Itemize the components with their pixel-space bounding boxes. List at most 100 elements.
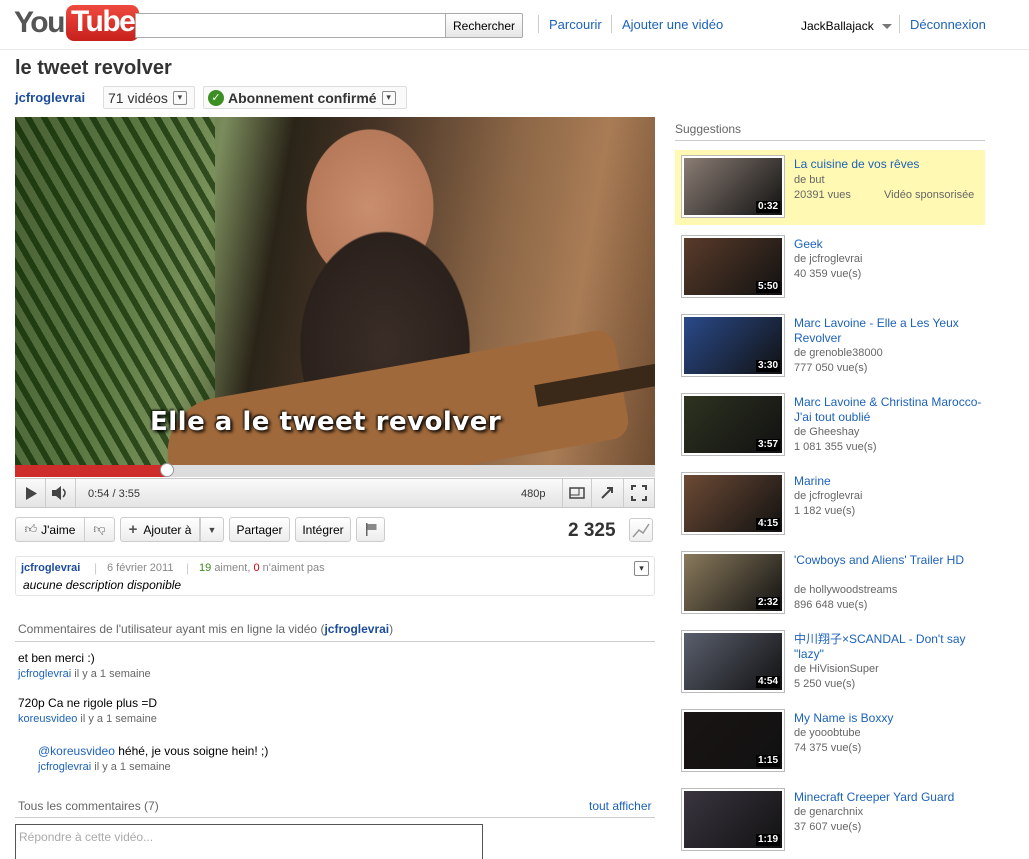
suggestions-heading: Suggestions (675, 122, 742, 136)
comment-meta: jcfroglevrai il y a 1 semaine (18, 668, 151, 680)
suggestion-views: 1 081 355 vue(s) (794, 441, 877, 453)
fullscreen-icon[interactable] (624, 479, 654, 507)
chevron-down-icon[interactable]: ▾ (172, 90, 187, 105)
suggestion-item[interactable]: 4:15 Marine de jcfroglevrai 1 182 vue(s) (675, 467, 985, 542)
divider: | (94, 561, 98, 575)
suggestion-item[interactable]: 1:19 Minecraft Creeper Yard Guard de gen… (675, 783, 985, 858)
suggestion-item[interactable]: 3:57 Marc Lavoine & Christina Marocco- J… (675, 388, 985, 463)
youtube-logo[interactable]: You Tube (14, 5, 140, 41)
uploader-link[interactable]: jcfroglevrai (21, 562, 80, 574)
suggestion-title[interactable]: Marine (794, 474, 982, 489)
suggestion-item[interactable]: 4:54 中川翔子×SCANDAL - Don't say "lazy" de … (675, 625, 985, 700)
add-to-button[interactable]: + Ajouter à (120, 517, 200, 542)
browse-link[interactable]: Parcourir (549, 17, 602, 32)
upload-link[interactable]: Ajouter une vidéo (622, 17, 723, 32)
reply-text: @koreusvideo héhé, je vous soigne hein! … (38, 744, 268, 758)
suggestion-views: 1 182 vue(s) (794, 505, 856, 517)
comment-time: il y a 1 semaine (94, 761, 171, 773)
flag-button[interactable] (356, 517, 385, 542)
dislike-button[interactable]: 👎︎ (85, 517, 115, 542)
video-thumbnail[interactable]: 3:57 (681, 393, 785, 456)
suggestion-title[interactable]: Marc Lavoine - Elle a Les Yeux Revolver (794, 316, 982, 346)
dislikes-label: n'aiment pas (262, 562, 325, 574)
progress-bar[interactable] (15, 463, 655, 477)
comment-author[interactable]: koreusvideo (18, 713, 77, 725)
video-count-dropdown[interactable]: 71 vidéos ▾ (103, 86, 195, 109)
comment-meta: jcfroglevrai il y a 1 semaine (38, 761, 171, 773)
suggestion-title[interactable]: Marc Lavoine & Christina Marocco- J'ai t… (794, 395, 982, 425)
suggestion-author: de yooobtube (794, 727, 861, 739)
comment-time: il y a 1 semaine (80, 713, 157, 725)
video-thumbnail[interactable]: 1:15 (681, 709, 785, 772)
divider (675, 140, 985, 141)
suggestion-author: de grenoble38000 (794, 347, 883, 359)
duration-badge: 5:50 (755, 281, 780, 293)
stats-icon[interactable] (629, 518, 653, 542)
play-icon[interactable] (16, 479, 46, 507)
suggestion-author: de jcfroglevrai (794, 253, 863, 265)
embed-button[interactable]: Intégrer (295, 517, 351, 542)
popout-icon[interactable] (562, 479, 592, 507)
suggestion-item[interactable]: 3:30 Marc Lavoine - Elle a Les Yeux Revo… (675, 309, 985, 384)
username-menu[interactable]: JackBallajack (801, 19, 874, 33)
video-thumbnail[interactable]: 0:32 (681, 155, 785, 218)
suggestion-title[interactable]: My Name is Boxxy (794, 711, 982, 726)
chevron-down-icon[interactable]: ▾ (381, 90, 396, 105)
divider (538, 15, 539, 33)
duration-badge: 2:32 (755, 597, 780, 609)
quality-selector[interactable]: 480p (521, 488, 545, 500)
suggestion-views: 5 250 vue(s) (794, 678, 856, 690)
scrubber-handle[interactable] (160, 463, 175, 477)
suggestion-item[interactable]: 0:32 La cuisine de vos rêves de but 2039… (675, 150, 985, 225)
comment-author[interactable]: jcfroglevrai (38, 761, 91, 773)
suggestion-title[interactable]: 'Cowboys and Aliens' Trailer HD (794, 553, 982, 568)
suggestion-title[interactable]: Minecraft Creeper Yard Guard (794, 790, 982, 805)
suggestion-author: de Gheeshay (794, 426, 860, 438)
video-thumbnail[interactable]: 1:19 (681, 788, 785, 851)
progress-fill (15, 465, 168, 477)
video-thumbnail[interactable]: 3:30 (681, 314, 785, 377)
suggestion-item[interactable]: 1:15 My Name is Boxxy de yooobtube 74 37… (675, 704, 985, 779)
suggestion-item[interactable]: 2:32 'Cowboys and Aliens' Trailer HD de … (675, 546, 985, 621)
mention-link[interactable]: @koreusvideo (38, 744, 115, 758)
video-thumbnail[interactable]: 2:32 (681, 551, 785, 614)
video-thumbnail[interactable]: 4:54 (681, 630, 785, 693)
suggestion-title[interactable]: 中川翔子×SCANDAL - Don't say "lazy" (794, 632, 982, 662)
video-thumbnail[interactable]: 5:50 (681, 235, 785, 298)
duration-badge: 1:15 (755, 755, 780, 767)
comment-textarea[interactable]: Répondre à cette vidéo... (15, 824, 483, 859)
suggestion-item[interactable]: 5:50 Geek de jcfroglevrai 40 359 vue(s) (675, 230, 985, 305)
duration-badge: 4:15 (755, 518, 780, 530)
duration-badge: 3:30 (755, 360, 780, 372)
duration-badge: 1:19 (755, 834, 780, 846)
subscribe-button[interactable]: ✓ Abonnement confirmé ▾ (203, 86, 407, 109)
video-player[interactable]: Elle a le tweet revolver (15, 117, 655, 465)
share-button[interactable]: Partager (229, 517, 290, 542)
duration-badge: 0:32 (755, 201, 780, 213)
suggestion-views: 74 375 vue(s) (794, 742, 862, 754)
suggestion-title[interactable]: Geek (794, 237, 982, 252)
suggestion-author: de but (794, 174, 825, 186)
add-to-dropdown[interactable]: ▼ (200, 517, 224, 542)
volume-icon[interactable] (46, 479, 76, 507)
duration-badge: 4:54 (755, 676, 780, 688)
uploader-comments-user[interactable]: jcfroglevrai (324, 622, 389, 636)
channel-link[interactable]: jcfroglevrai (15, 90, 85, 105)
video-thumbnail[interactable]: 4:15 (681, 472, 785, 535)
like-button[interactable]: 👍︎ J'aime (15, 517, 85, 542)
comment-author[interactable]: jcfroglevrai (18, 668, 71, 680)
thumbs-down-icon: 👎︎ (93, 522, 106, 536)
video-info-box: jcfroglevrai | 6 février 2011 | 19 aimen… (15, 556, 655, 596)
show-all-link[interactable]: tout afficher (589, 799, 651, 813)
chevron-down-icon[interactable]: ▾ (634, 561, 649, 576)
logout-link[interactable]: Déconnexion (910, 17, 986, 32)
suggestion-views: 777 050 vue(s) (794, 362, 868, 374)
search-button[interactable]: Rechercher (445, 13, 523, 38)
chevron-down-icon[interactable] (882, 24, 892, 29)
subscribe-label: Abonnement confirmé (228, 89, 377, 106)
likes-label: aiment, (214, 562, 251, 574)
expand-icon[interactable] (592, 479, 624, 507)
sponsored-label: Vidéo sponsorisée (884, 189, 975, 201)
search-input[interactable] (135, 13, 446, 38)
suggestion-title[interactable]: La cuisine de vos rêves (794, 157, 982, 172)
